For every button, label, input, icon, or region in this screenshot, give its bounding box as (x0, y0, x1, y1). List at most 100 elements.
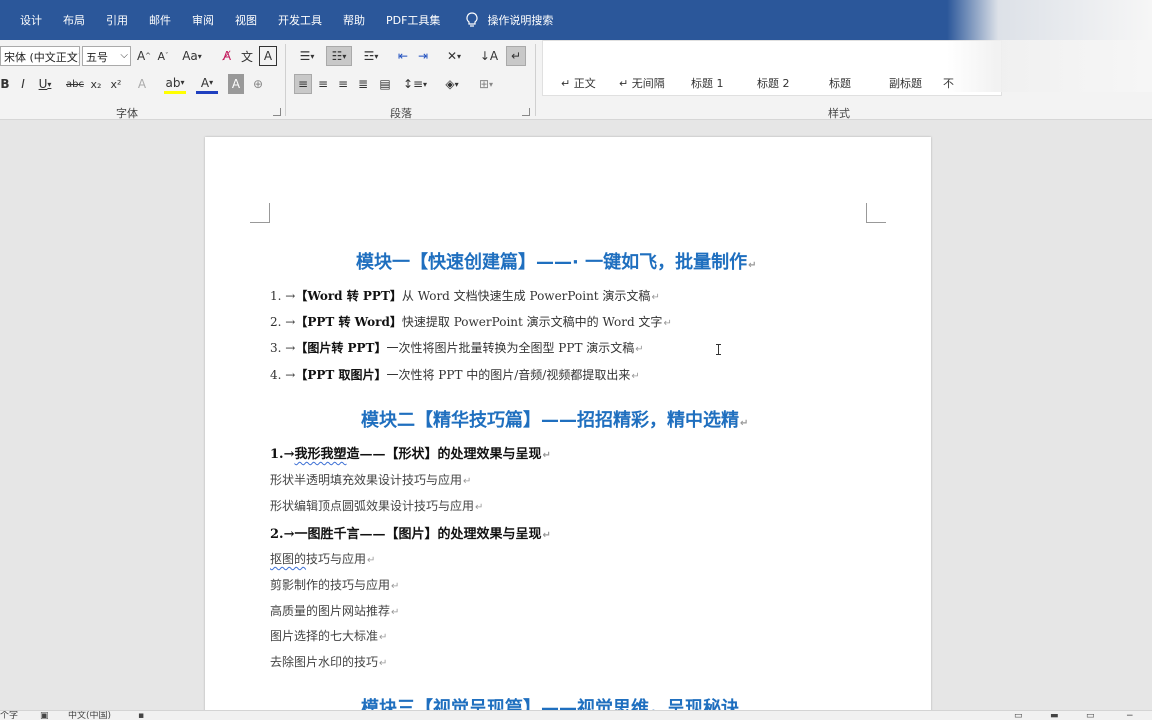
subscript-icon[interactable]: x₂ (88, 74, 104, 94)
numbering-icon[interactable]: ☷ ▾ (326, 46, 352, 66)
item-text: 技巧与应用 (306, 552, 367, 566)
menu-references[interactable]: 引用 (106, 12, 128, 28)
menu-review[interactable]: 审阅 (192, 12, 214, 28)
justify-icon[interactable]: ≣ (354, 74, 372, 94)
font-size-select[interactable]: 五号 ⌵ (82, 46, 131, 66)
list-item[interactable]: 高质量的图片网站推荐↵ (270, 602, 399, 619)
zoom-out-icon[interactable]: − (1126, 711, 1134, 720)
list-item[interactable]: 形状编辑顶点圆弧效果设计技巧与应用↵ (270, 497, 483, 514)
font-launcher-icon[interactable] (273, 108, 281, 116)
list-item[interactable]: 1. →【Word 转 PPT】从 Word 文档快速生成 PowerPoint… (270, 287, 660, 304)
shrink-font-icon[interactable]: Aˇ (155, 46, 171, 66)
clear-format-icon[interactable]: A̸ (218, 46, 236, 66)
item-text: 剪影制作的技巧与应用 (270, 578, 391, 592)
increase-indent-icon[interactable]: ⇥ (414, 46, 432, 66)
spellcheck-text: 我形我塑 (294, 447, 347, 462)
section-title-shapes[interactable]: 1.→我形我塑造——【形状】的处理效果与呈现↵ (270, 443, 551, 462)
style-heading-2[interactable]: 标题 2 (757, 75, 790, 91)
text-effects-icon[interactable]: A (134, 74, 150, 94)
list-item[interactable]: 图片选择的七大标准↵ (270, 627, 387, 644)
phonetic-guide-icon[interactable]: 文 (238, 46, 256, 66)
list-item[interactable]: 4. →【PPT 取图片】一次性将 PPT 中的图片/音频/视频都提取出来↵ (270, 366, 640, 383)
sort-icon[interactable]: ↓A (480, 46, 498, 66)
tell-me-search[interactable]: 操作说明搜索 (465, 12, 553, 28)
font-color-icon[interactable]: A ▾ (196, 74, 218, 94)
highlight-icon[interactable]: ab ▾ (164, 74, 186, 94)
menu-help[interactable]: 帮助 (343, 12, 365, 28)
list-item[interactable]: 抠图的技巧与应用↵ (270, 550, 375, 567)
shading-icon[interactable]: ◈ ▾ (440, 74, 464, 94)
menu-pdf-tools[interactable]: PDF工具集 (386, 12, 440, 28)
paragraph-mark: ↵ (379, 658, 388, 669)
list-text: 一次性将图片批量转换为全图型 PPT 演示文稿 (386, 341, 635, 355)
macro-icon[interactable]: ▪ (138, 711, 144, 720)
line-spacing-icon[interactable]: ↕≡ ▾ (402, 74, 428, 94)
list-item[interactable]: 去除图片水印的技巧↵ (270, 653, 387, 670)
paragraph-mark: ↵ (391, 581, 400, 592)
word-count[interactable]: 个字 (0, 711, 18, 720)
bold-icon[interactable]: B (0, 74, 10, 94)
separator (285, 44, 286, 116)
paragraph-mark: ↵ (379, 632, 388, 643)
multilevel-list-icon[interactable]: ☲ ▾ (358, 46, 384, 66)
paragraph-launcher-icon[interactable] (522, 108, 530, 116)
change-case-icon[interactable]: Aa ▾ (180, 46, 204, 66)
align-left-icon[interactable]: ≡ (294, 74, 312, 94)
list-item[interactable]: 形状半透明填充效果设计技巧与应用↵ (270, 471, 471, 488)
menu-mailings[interactable]: 邮件 (149, 12, 171, 28)
enclose-char-icon[interactable]: ⊕ (250, 74, 266, 94)
status-bar: 个字 ▣ 中文(中国) ▪ ▭ ▬ ▭ − (0, 710, 1152, 720)
borders-icon[interactable]: ⊞ ▾ (472, 74, 500, 94)
list-number: 1. → (270, 289, 296, 303)
item-text: 图片选择的七大标准 (270, 629, 379, 643)
language-indicator[interactable]: 中文(中国) (68, 711, 111, 720)
style-subtitle[interactable]: 副标题 (889, 75, 922, 91)
list-item[interactable]: 2. →【PPT 转 Word】快速提取 PowerPoint 演示文稿中的 W… (270, 313, 672, 330)
read-mode-icon[interactable]: ▭ (1014, 711, 1023, 720)
heading-text: 模块一【快速创建篇】——· 一键如飞，批量制作 (356, 252, 748, 273)
list-bold: 【Word 转 PPT】 (295, 289, 402, 303)
list-item[interactable]: 3. →【图片转 PPT】一次性将图片批量转换为全图型 PPT 演示文稿↵ (270, 339, 644, 356)
grow-font-icon[interactable]: A ^ (136, 46, 152, 66)
strikethrough-icon[interactable]: abc (64, 74, 86, 94)
heading-module-1[interactable]: 模块一【快速创建篇】——· 一键如飞，批量制作↵ (356, 248, 757, 274)
char-shading-icon[interactable]: A (228, 74, 244, 94)
style-normal[interactable]: ↵ 正文 (561, 75, 596, 91)
group-label-styles: 样式 (828, 107, 850, 120)
char-border-icon[interactable]: A (259, 46, 277, 66)
list-text: 从 Word 文档快速生成 PowerPoint 演示文稿 (401, 289, 651, 303)
lightbulb-icon (466, 12, 478, 27)
paragraph-mark: ↵ (475, 502, 484, 513)
web-layout-icon[interactable]: ▭ (1086, 711, 1095, 720)
menu-layout[interactable]: 布局 (63, 12, 85, 28)
style-no-spacing[interactable]: ↵ 无间隔 (619, 75, 665, 91)
menu-design[interactable]: 设计 (20, 12, 42, 28)
align-center-icon[interactable]: ≡ (314, 74, 332, 94)
heading-module-2[interactable]: 模块二【精华技巧篇】——招招精彩，精中选精↵ (361, 406, 748, 432)
section-number: 1.→ (270, 447, 295, 462)
paragraph-mark: ↵ (631, 371, 640, 382)
style-heading-1[interactable]: 标题 1 (691, 75, 724, 91)
group-label-paragraph: 段落 (390, 107, 412, 120)
print-layout-icon[interactable]: ▬ (1050, 711, 1059, 720)
item-text: 高质量的图片网站推荐 (270, 604, 391, 618)
group-label-font: 字体 (116, 107, 138, 120)
align-right-icon[interactable]: ≡ (334, 74, 352, 94)
section-title-images[interactable]: 2.→一图胜千言——【图片】的处理效果与呈现↵ (270, 523, 551, 542)
paragraph-mark: ↵ (663, 318, 672, 329)
distributed-icon[interactable]: ▤ (376, 74, 394, 94)
menu-developer[interactable]: 开发工具 (278, 12, 322, 28)
crop-mark-top-right (866, 203, 886, 223)
font-name-select[interactable]: 宋体 (中文正文) ⌵ (0, 46, 80, 66)
italic-icon[interactable]: I (18, 74, 28, 94)
decrease-indent-icon[interactable]: ⇤ (394, 46, 412, 66)
menu-view[interactable]: 视图 (235, 12, 257, 28)
proofing-icon[interactable]: ▣ (40, 711, 49, 720)
list-item[interactable]: 剪影制作的技巧与应用↵ (270, 576, 399, 593)
show-marks-icon[interactable]: ↵ (506, 46, 526, 66)
superscript-icon[interactable]: x² (108, 74, 124, 94)
bullets-icon[interactable]: ☰ ▾ (294, 46, 320, 66)
style-title[interactable]: 标题 (829, 75, 851, 91)
underline-icon[interactable]: U ▾ (36, 74, 54, 94)
chinese-layout-icon[interactable]: ✕ ▾ (442, 46, 466, 66)
